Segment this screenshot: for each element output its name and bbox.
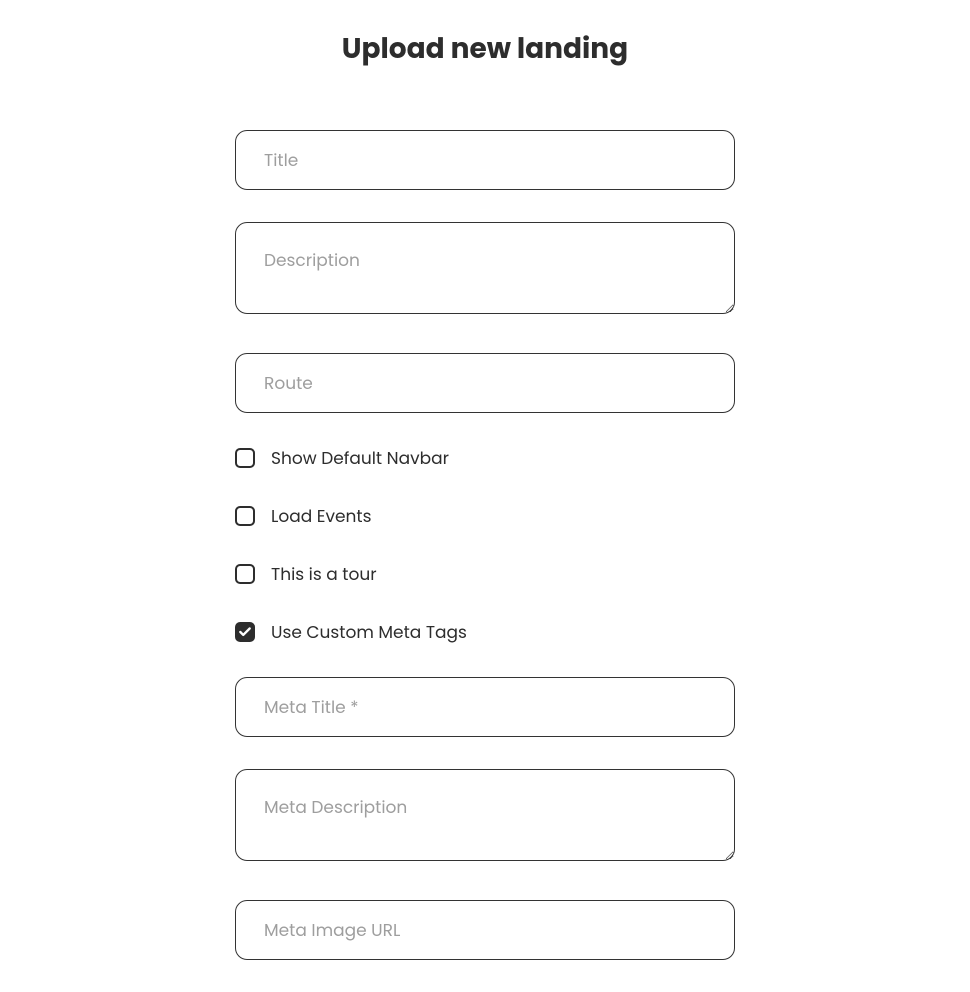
title-input[interactable]	[235, 130, 735, 190]
meta-title-input[interactable]	[235, 677, 735, 737]
description-textarea[interactable]	[235, 222, 735, 314]
custom-meta-checkbox[interactable]: Use Custom Meta Tags	[235, 619, 735, 645]
load-events-checkbox[interactable]: Load Events	[235, 503, 735, 529]
page-title: Upload new landing	[235, 28, 735, 70]
is-tour-checkbox[interactable]: This is a tour	[235, 561, 735, 587]
meta-image-url-input[interactable]	[235, 900, 735, 960]
show-navbar-checkbox[interactable]: Show Default Navbar	[235, 445, 735, 471]
checkbox-label: Show Default Navbar	[271, 445, 449, 471]
checkbox-checked-icon	[235, 622, 255, 642]
checkbox-label: Use Custom Meta Tags	[271, 619, 467, 645]
checkbox-label: This is a tour	[271, 561, 377, 587]
meta-description-textarea[interactable]	[235, 769, 735, 861]
checkbox-unchecked-icon	[235, 448, 255, 468]
checkbox-unchecked-icon	[235, 564, 255, 584]
route-input[interactable]	[235, 353, 735, 413]
checkbox-unchecked-icon	[235, 506, 255, 526]
checkbox-label: Load Events	[271, 503, 372, 529]
